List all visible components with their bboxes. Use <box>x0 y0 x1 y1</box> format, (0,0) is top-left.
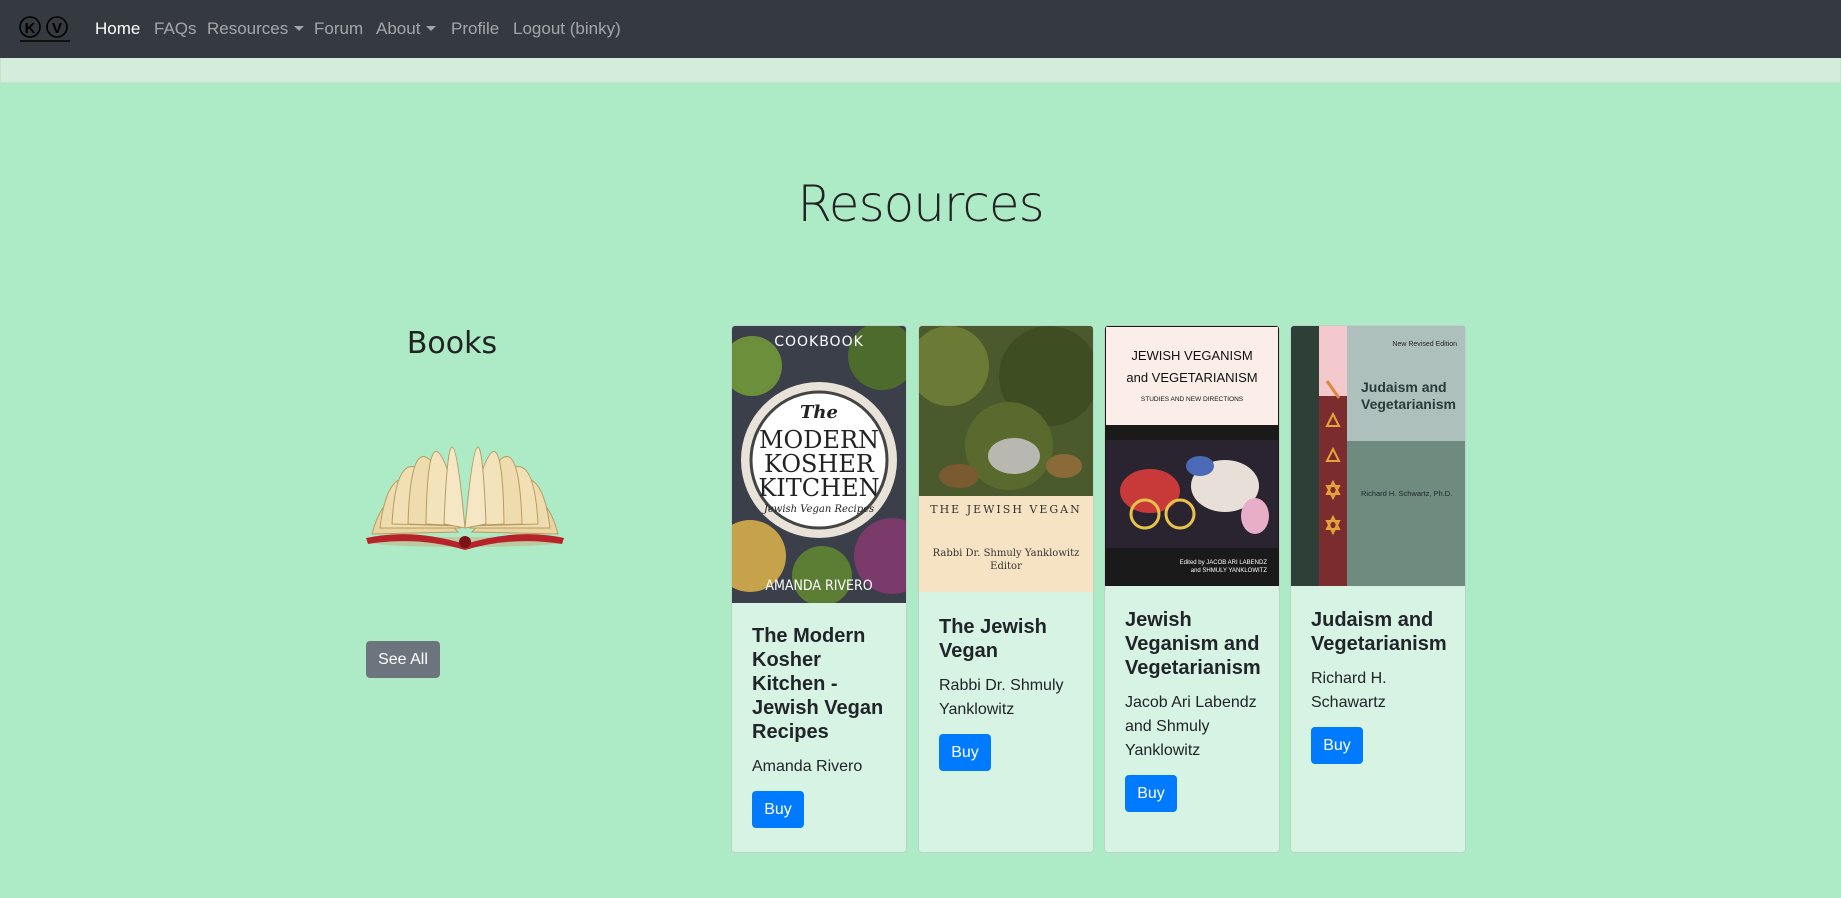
cover-title-line1: Judaism and <box>1361 379 1447 395</box>
site-logo[interactable]: K V <box>18 14 72 46</box>
book-cover-image[interactable]: THE JEWISH VEGAN Rabbi Dr. Shmuly Yanklo… <box>919 326 1093 592</box>
book-card: THE JEWISH VEGAN Rabbi Dr. Shmuly Yanklo… <box>918 325 1094 853</box>
buy-button[interactable]: Buy <box>1125 775 1177 812</box>
cover-title-line2: and VEGETARIANISM <box>1126 370 1257 385</box>
nav-about-dropdown[interactable]: About <box>376 19 437 39</box>
nav-profile[interactable]: Profile <box>451 19 499 39</box>
book-card: JEWISH VEGANISM and VEGETARIANISM STUDIE… <box>1104 325 1280 853</box>
cover-byline: Rabbi Dr. Shmuly Yanklowitz <box>933 548 1080 559</box>
buy-button[interactable]: Buy <box>752 791 804 828</box>
alert-bar <box>0 58 1841 83</box>
cover-title-line2: Vegetarianism <box>1361 396 1456 412</box>
book-title: Judaism and Vegetarianism <box>1311 609 1447 655</box>
cover-edition: New Revised Edition <box>1392 341 1457 348</box>
buy-button[interactable]: Buy <box>1311 727 1363 764</box>
book-title: Jewish Veganism and Vegetarianism <box>1125 609 1261 679</box>
cover-author: Richard H. Schwartz, Ph.D. <box>1361 489 1452 498</box>
book-cover-image[interactable]: JEWISH VEGANISM and VEGETARIANISM STUDIE… <box>1105 326 1279 586</box>
cover-title-the: The <box>800 402 838 423</box>
cover-author: AMANDA RIVERO <box>765 578 872 594</box>
books-section-title: Books <box>406 326 498 361</box>
book-author: Jacob Ari Labendz and Shmuly Yanklowitz <box>1125 694 1257 759</box>
nav-resources-dropdown[interactable]: Resources <box>207 19 305 39</box>
buy-button[interactable]: Buy <box>939 734 991 771</box>
chevron-down-icon <box>426 26 437 31</box>
card-body: Jewish Veganism and Vegetarianism Jacob … <box>1125 608 1265 812</box>
cover-byline-editor: Editor <box>990 561 1022 572</box>
card-body: The Modern Kosher Kitchen - Jewish Vegan… <box>752 624 892 828</box>
card-body: Judaism and Vegetarianism Richard H. Sch… <box>1311 608 1451 764</box>
book-title: The Modern Kosher Kitchen - Jewish Vegan… <box>752 625 884 743</box>
book-card: COOKBOOK The MODERN KOSHER KITCHEN Jewis… <box>731 325 907 853</box>
book-title: The Jewish Vegan <box>939 616 1047 662</box>
cover-subtitle: Jewish Vegan Recipes <box>762 504 874 515</box>
nav-logout[interactable]: Logout (binky) <box>513 19 621 39</box>
logo-letter-v: V <box>52 20 62 37</box>
cover-title-line1: JEWISH VEGANISM <box>1131 348 1252 363</box>
nav-faqs[interactable]: FAQs <box>154 19 197 39</box>
book-author: Amanda Rivero <box>752 758 863 775</box>
book-author: Richard H. Schawartz <box>1311 670 1387 711</box>
nav-resources-label: Resources <box>207 19 289 38</box>
cover-title-line4: KITCHEN <box>758 474 879 502</box>
page-title: Resources <box>797 175 1044 233</box>
open-book-illustration <box>366 446 564 550</box>
chevron-down-icon <box>294 26 305 31</box>
card-body: The Jewish Vegan Rabbi Dr. Shmuly Yanklo… <box>939 615 1079 771</box>
cover-editors-2: and SHMULY YANKLOWITZ <box>1191 568 1268 574</box>
logo-letter-k: K <box>25 20 36 37</box>
book-cover-image[interactable]: COOKBOOK The MODERN KOSHER KITCHEN Jewis… <box>732 326 906 603</box>
book-author: Rabbi Dr. Shmuly Yanklowitz <box>939 677 1064 718</box>
nav-about-label: About <box>376 19 421 38</box>
nav-home[interactable]: Home <box>95 19 140 39</box>
navbar: K V Home FAQs Resources Forum About Prof… <box>0 0 1841 58</box>
nav-forum[interactable]: Forum <box>314 19 363 39</box>
cover-editors: Edited by JACOB ARI LABENDZ <box>1180 560 1268 566</box>
cover-subtitle: STUDIES AND NEW DIRECTIONS <box>1141 396 1244 403</box>
book-card: New Revised Edition Judaism and Vegetari… <box>1290 325 1466 853</box>
book-cover-image[interactable]: New Revised Edition Judaism and Vegetari… <box>1291 326 1465 586</box>
cover-top-text: COOKBOOK <box>774 334 864 350</box>
cover-title: THE JEWISH VEGAN <box>930 503 1082 516</box>
see-all-button[interactable]: See All <box>366 641 440 678</box>
